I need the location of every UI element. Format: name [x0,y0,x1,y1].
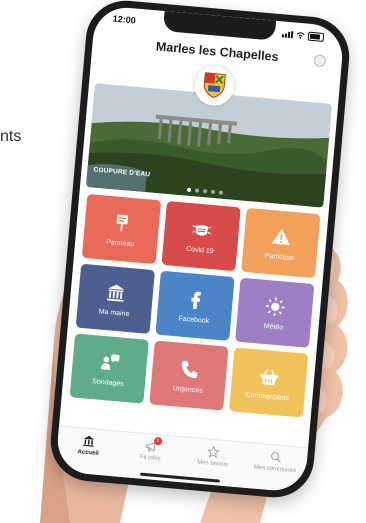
tile-participer[interactable]: Participer [241,207,321,279]
tab-label: Mes communes [253,464,297,475]
tab-fil-infos[interactable]: 1 Fil infos [123,436,179,464]
wifi-icon [296,31,305,39]
phone-icon [181,360,198,378]
sun-icon [266,297,285,316]
tab-accueil[interactable]: Accueil [61,432,117,459]
survey-icon [100,354,120,370]
facebook-icon [191,291,201,309]
warning-icon [271,228,290,245]
phone-screen: 12:00 Marles les Chapelles COUPURE D'EAU… [55,4,345,494]
home-indicator [140,472,220,483]
tile-label: Facebook [178,314,210,325]
tile-panneau[interactable]: Panneau [81,193,162,265]
notification-badge: 1 [153,436,163,446]
carousel-dot[interactable] [218,190,224,195]
phone-frame: 12:00 Marles les Chapelles COUPURE D'EAU… [47,0,353,501]
settings-icon[interactable] [313,54,327,68]
signpost-icon [116,213,129,231]
tile-label: Panneau [105,238,135,248]
tab-label: Accueil [77,449,99,457]
carousel-dot[interactable] [210,189,216,195]
mask-icon [192,224,212,236]
carousel-dot[interactable] [186,187,192,192]
tile-meteo[interactable]: Météo [235,277,315,348]
tile-label: Sondages [92,377,125,388]
tile-label: Météo [263,322,284,332]
service-grid: Panneau Covid 19 Participer Ma mairie Fa… [61,186,329,425]
tab-mes-communes[interactable]: Mes communes [248,448,304,475]
signal-icon [281,30,294,38]
basket-icon [260,368,279,385]
town-hall-icon [106,284,125,302]
tile-label: Urgences [172,384,203,395]
status-icons [281,29,325,42]
tab-label: Mes favoris [197,459,229,469]
tile-covid[interactable]: Covid 19 [161,200,241,272]
tile-urgences[interactable]: Urgences [149,340,229,411]
tile-sondages[interactable]: Sondages [69,333,149,404]
tile-facebook[interactable]: Facebook [155,270,235,341]
search-icon [270,452,281,463]
tab-mes-favoris[interactable]: Mes favoris [185,443,241,470]
star-icon [207,445,221,459]
tile-label: Commerçants [245,391,290,402]
carousel-dot[interactable] [202,189,208,194]
tile-ma-mairie[interactable]: Ma mairie [75,263,155,334]
tile-commercants[interactable]: Commerçants [228,347,309,418]
status-time: 12:00 [112,13,137,26]
tile-label: Covid 19 [185,245,214,255]
battery-icon [307,31,325,42]
home-icon [83,435,95,447]
carousel-dot[interactable] [194,188,200,193]
tab-label: Fil infos [139,454,161,463]
tile-label: Ma mairie [98,307,130,318]
tile-label: Participer [264,252,295,262]
